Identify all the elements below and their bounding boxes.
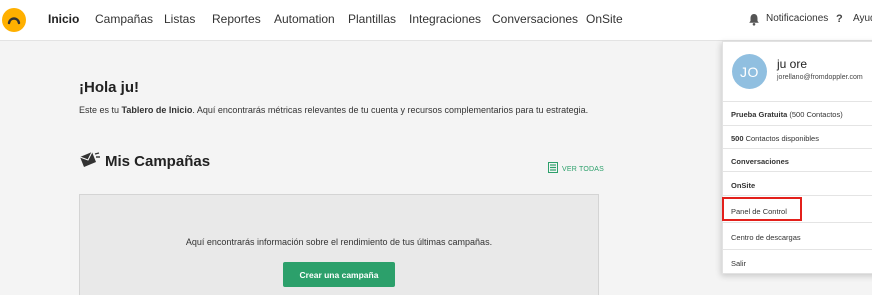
top-navigation: Inicio Campañas Listas Reportes Automati… [0, 0, 872, 41]
contacts-count: 500 [731, 134, 744, 143]
user-email: jorellano@fromdoppler.com [777, 74, 863, 81]
control-panel-highlight [722, 197, 802, 221]
logout-label: Salir [731, 259, 747, 268]
nav-plantillas[interactable]: Plantillas [348, 12, 396, 26]
campaigns-empty-state: Aquí encontrarás información sobre el re… [79, 194, 599, 295]
see-all-link[interactable]: VER TODAS [548, 160, 604, 178]
contacts-available: 500 Contactos disponibles [723, 125, 872, 148]
user-name: ju ore [777, 57, 808, 71]
nav-integraciones[interactable]: Integraciones [409, 12, 481, 26]
doppler-logo-icon[interactable] [2, 8, 26, 32]
notifications-link[interactable]: Notificaciones [766, 13, 828, 24]
menu-item-downloads[interactable]: Centro de descargas [723, 222, 872, 249]
campaigns-heading: Mis Campañas [105, 153, 211, 170]
intro-text-start: Este es tu [79, 105, 122, 115]
conversations-label: Conversaciones [731, 157, 789, 166]
page-greeting: ¡Hola ju! [79, 79, 139, 96]
avatar: JO [732, 54, 767, 89]
nav-inicio[interactable]: Inicio [48, 12, 79, 26]
help-icon[interactable]: ? [836, 13, 848, 27]
user-menu-dropdown: JO ju ore jorellano@fromdoppler.com Prue… [722, 41, 872, 274]
help-link[interactable]: Ayuda [853, 13, 872, 24]
empty-state-message: Aquí encontrarás información sobre el re… [185, 237, 493, 247]
plan-name: Prueba Gratuita [731, 110, 788, 119]
bell-icon[interactable] [748, 13, 760, 31]
intro-text-bold: Tablero de Inicio [121, 105, 193, 115]
nav-listas[interactable]: Listas [164, 12, 195, 26]
menu-item-onsite[interactable]: OnSite [723, 171, 872, 195]
plan-detail: (500 Contactos) [787, 110, 843, 119]
plan-info: Prueba Gratuita (500 Contactos) [723, 101, 872, 125]
nav-conversaciones[interactable]: Conversaciones [492, 12, 578, 26]
nav-campanas[interactable]: Campañas [95, 12, 153, 26]
onsite-label: OnSite [731, 181, 756, 190]
contacts-label: Contactos disponibles [743, 134, 819, 143]
intro-text: Este es tu Tablero de Inicio. Aquí encon… [79, 105, 588, 115]
nav-automation[interactable]: Automation [274, 12, 335, 26]
menu-item-logout[interactable]: Salir [723, 249, 872, 275]
nav-reportes[interactable]: Reportes [212, 12, 261, 26]
campaign-icon [79, 151, 101, 174]
downloads-label: Centro de descargas [731, 233, 801, 242]
create-campaign-button[interactable]: Crear una campaña [283, 262, 395, 287]
menu-item-conversations[interactable]: Conversaciones [723, 148, 872, 171]
intro-text-end: . Aquí encontrarás métricas relevantes d… [192, 105, 589, 115]
nav-onsite[interactable]: OnSite [586, 12, 623, 26]
list-icon [548, 160, 558, 178]
see-all-label: VER TODAS [562, 165, 604, 173]
